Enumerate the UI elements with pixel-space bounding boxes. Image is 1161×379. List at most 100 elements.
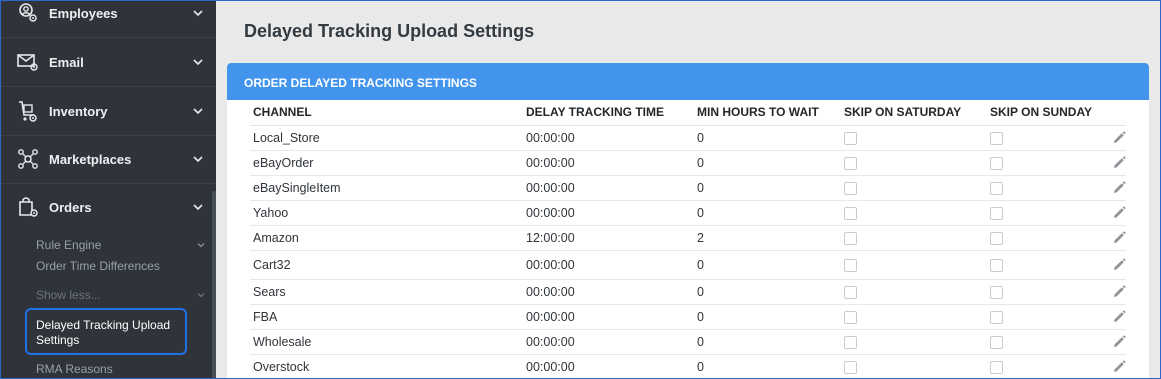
card-header: ORDER DELAYED TRACKING SETTINGS xyxy=(227,63,1149,100)
skip-on-sunday-checkbox[interactable] xyxy=(990,206,1003,220)
skip-on-saturday-checkbox[interactable] xyxy=(844,335,857,349)
min-hours-cell: 0 xyxy=(694,150,841,176)
pencil-edit-icon[interactable] xyxy=(1112,335,1126,349)
skip-on-saturday-cell xyxy=(841,329,987,355)
sidebar-item-marketplaces[interactable]: Marketplaces xyxy=(1,135,216,183)
skip-on-saturday-checkbox[interactable] xyxy=(844,206,857,220)
pencil-edit-icon[interactable] xyxy=(1112,258,1126,272)
actions-cell xyxy=(1106,225,1126,251)
pencil-edit-icon[interactable] xyxy=(1112,310,1126,324)
skip-on-sunday-checkbox[interactable] xyxy=(990,310,1003,324)
min-hours-cell: 0 xyxy=(694,175,841,201)
chevron-down-icon xyxy=(192,153,204,165)
skip-on-sunday-checkbox[interactable] xyxy=(990,285,1003,299)
actions-cell xyxy=(1106,125,1126,151)
channel-cell: Amazon xyxy=(250,225,523,251)
skip-on-sunday-checkbox[interactable] xyxy=(990,258,1003,272)
sidebar-item-label: Employees xyxy=(49,5,118,21)
employees-settings-icon xyxy=(17,2,39,24)
pencil-edit-icon[interactable] xyxy=(1112,131,1126,145)
skip-on-saturday-checkbox[interactable] xyxy=(844,360,857,374)
sidebar-item-email[interactable]: Email xyxy=(1,38,216,86)
column-header-skip-on-saturday: SKIP ON SATURDAY xyxy=(841,100,987,126)
sidebar-subitem-rule-engine[interactable]: Rule Engine xyxy=(36,238,101,252)
skip-on-saturday-cell xyxy=(841,125,987,151)
table-row: Local_Store 00:00:00 0 xyxy=(250,125,1126,151)
pencil-edit-icon[interactable] xyxy=(1112,206,1126,220)
skip-on-sunday-cell xyxy=(987,279,1106,305)
page-title: Delayed Tracking Upload Settings xyxy=(244,21,535,41)
chevron-down-icon[interactable] xyxy=(196,240,206,250)
sidebar-item-orders[interactable]: Orders xyxy=(1,183,216,231)
sidebar-item-employees[interactable]: Employees xyxy=(1,1,216,37)
sidebar-show-less[interactable]: Show less... xyxy=(36,288,101,302)
actions-cell xyxy=(1106,200,1126,226)
settings-card: ORDER DELAYED TRACKING SETTINGS CHANNEL … xyxy=(227,63,1149,378)
table-row: Cart32 00:00:00 0 xyxy=(250,250,1126,280)
min-hours-cell: 2 xyxy=(694,225,841,251)
skip-on-saturday-checkbox[interactable] xyxy=(844,258,857,272)
column-header-channel: CHANNEL xyxy=(250,100,523,126)
skip-on-sunday-checkbox[interactable] xyxy=(990,360,1003,374)
actions-cell xyxy=(1106,150,1126,176)
sidebar-subitem-delayed-tracking-upload-settings[interactable]: Delayed Tracking Upload Settings xyxy=(25,308,187,355)
table-row: eBayOrder 00:00:00 0 xyxy=(250,150,1126,176)
skip-on-saturday-checkbox[interactable] xyxy=(844,285,857,299)
skip-on-saturday-cell xyxy=(841,279,987,305)
actions-cell xyxy=(1106,354,1126,378)
delay-tracking-time-cell: 00:00:00 xyxy=(523,125,694,151)
channel-cell: FBA xyxy=(250,304,523,330)
sidebar-item-label: Orders xyxy=(49,199,92,215)
skip-on-sunday-checkbox[interactable] xyxy=(990,131,1003,145)
skip-on-sunday-cell xyxy=(987,125,1106,151)
table-row: Wholesale 00:00:00 0 xyxy=(250,329,1126,355)
min-hours-cell: 0 xyxy=(694,250,841,280)
sidebar-item-inventory[interactable]: Inventory xyxy=(1,87,216,135)
skip-on-saturday-cell xyxy=(841,304,987,330)
min-hours-cell: 0 xyxy=(694,279,841,305)
table-row: Amazon 12:00:00 2 xyxy=(250,225,1126,251)
delay-tracking-time-cell: 00:00:00 xyxy=(523,250,694,280)
sidebar-subitem-rma-reasons[interactable]: RMA Reasons xyxy=(36,362,113,376)
actions-cell xyxy=(1106,250,1126,280)
email-settings-icon xyxy=(17,51,39,73)
skip-on-sunday-checkbox[interactable] xyxy=(990,181,1003,195)
skip-on-sunday-cell xyxy=(987,354,1106,378)
skip-on-saturday-checkbox[interactable] xyxy=(844,156,857,170)
skip-on-saturday-checkbox[interactable] xyxy=(844,131,857,145)
skip-on-saturday-cell xyxy=(841,225,987,251)
column-header-min-hours-to-wait: MIN HOURS TO WAIT xyxy=(694,100,841,126)
skip-on-saturday-checkbox[interactable] xyxy=(844,310,857,324)
skip-on-sunday-checkbox[interactable] xyxy=(990,335,1003,349)
sidebar-scrollbar[interactable] xyxy=(212,191,216,378)
sidebar: Employees Email Inventory Marketplaces O… xyxy=(1,1,216,378)
skip-on-sunday-cell xyxy=(987,304,1106,330)
pencil-edit-icon[interactable] xyxy=(1112,156,1126,170)
column-header-actions xyxy=(1106,100,1126,126)
chevron-down-icon[interactable] xyxy=(196,290,206,300)
table-row: eBaySingleItem 00:00:00 0 xyxy=(250,175,1126,201)
channel-cell: Cart32 xyxy=(250,250,523,280)
skip-on-saturday-checkbox[interactable] xyxy=(844,181,857,195)
chevron-down-icon xyxy=(192,105,204,117)
skip-on-sunday-checkbox[interactable] xyxy=(990,231,1003,245)
table-header-row: CHANNEL DELAY TRACKING TIME MIN HOURS TO… xyxy=(250,100,1126,126)
chevron-down-icon xyxy=(192,7,204,19)
pencil-edit-icon[interactable] xyxy=(1112,181,1126,195)
actions-cell xyxy=(1106,175,1126,201)
pencil-edit-icon[interactable] xyxy=(1112,231,1126,245)
channel-cell: Wholesale xyxy=(250,329,523,355)
orders-settings-icon xyxy=(17,196,39,218)
pencil-edit-icon[interactable] xyxy=(1112,360,1126,374)
column-header-skip-on-sunday: SKIP ON SUNDAY xyxy=(987,100,1106,126)
channel-settings-table: CHANNEL DELAY TRACKING TIME MIN HOURS TO… xyxy=(250,100,1126,378)
actions-cell xyxy=(1106,279,1126,305)
table-row: Overstock 00:00:00 0 xyxy=(250,354,1126,378)
delay-tracking-time-cell: 00:00:00 xyxy=(523,279,694,305)
chevron-down-icon xyxy=(192,201,204,213)
pencil-edit-icon[interactable] xyxy=(1112,285,1126,299)
skip-on-saturday-checkbox[interactable] xyxy=(844,231,857,245)
skip-on-sunday-checkbox[interactable] xyxy=(990,156,1003,170)
skip-on-saturday-cell xyxy=(841,175,987,201)
sidebar-subitem-order-time-differences[interactable]: Order Time Differences xyxy=(36,259,160,273)
